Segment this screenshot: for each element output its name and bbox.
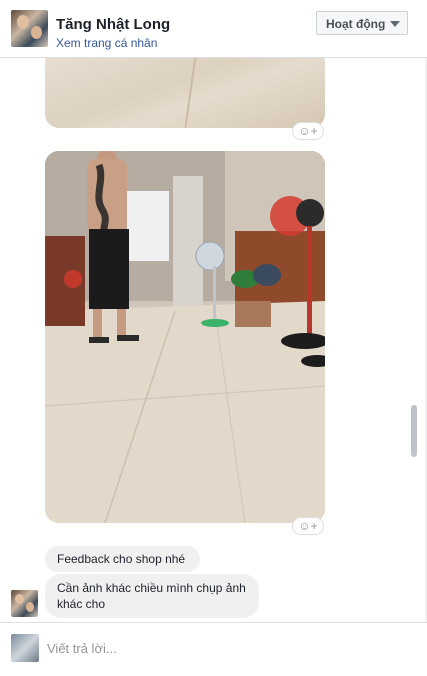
scrollbar-thumb[interactable] [411, 405, 417, 457]
status-dropdown-button[interactable]: Hoạt động [316, 11, 408, 35]
add-reaction-icon[interactable]: ☺+ [292, 517, 324, 535]
add-reaction-icon[interactable]: ☺+ [292, 122, 324, 140]
chevron-down-icon [390, 21, 400, 27]
photo-content [45, 151, 325, 523]
message-bubble[interactable]: Feedback cho shop nhé [45, 546, 200, 572]
reply-input[interactable] [47, 638, 407, 658]
photo-message[interactable] [45, 58, 325, 128]
reply-composer [0, 622, 427, 676]
view-profile-link[interactable]: Xem trang cá nhân [56, 36, 157, 50]
my-avatar [11, 634, 39, 662]
chat-header: Tăng Nhật Long Xem trang cá nhân Hoạt độ… [0, 0, 427, 58]
message-thread[interactable]: ☺+ ☺+ Feedback cho shop nhé Cần ảnh khác… [0, 58, 427, 622]
contact-avatar[interactable] [11, 10, 48, 47]
contact-name[interactable]: Tăng Nhật Long [56, 16, 170, 33]
photo-message[interactable] [45, 151, 325, 523]
sender-avatar[interactable] [11, 590, 38, 617]
message-bubble[interactable]: Cần ảnh khác chiều mình chụp ảnh khác ch… [45, 574, 259, 618]
status-label: Hoạt động [326, 17, 386, 31]
